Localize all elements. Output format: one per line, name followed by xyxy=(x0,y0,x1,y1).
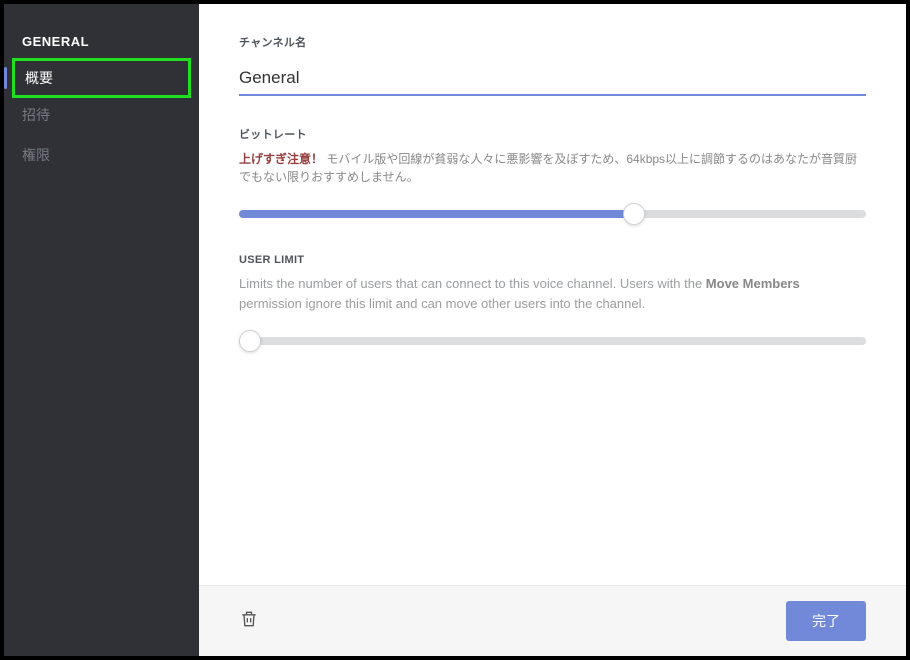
sidebar-item-invite[interactable]: 招待 xyxy=(4,95,199,135)
channel-name-input[interactable] xyxy=(239,62,866,96)
bitrate-slider[interactable] xyxy=(239,204,866,224)
bitrate-warning: 上げすぎ注意！ モバイル版や回線が貧弱な人々に悪影響を及ぼすため、64kbps以… xyxy=(239,150,866,186)
sidebar-item-permissions[interactable]: 権限 xyxy=(4,135,199,175)
bitrate-label: ビットレート xyxy=(239,126,866,142)
bitrate-slider-handle[interactable] xyxy=(623,203,645,225)
sidebar-item-label: 権限 xyxy=(22,147,50,163)
bitrate-slider-fill xyxy=(239,210,634,218)
sidebar: GENERAL 概要 招待 権限 xyxy=(4,4,199,656)
main-panel: チャンネル名 ビットレート 上げすぎ注意！ モバイル版や回線が貧弱な人々に悪影響… xyxy=(199,4,906,656)
user-limit-label: USER LIMIT xyxy=(239,254,866,266)
sidebar-item-label: 招待 xyxy=(22,107,50,123)
channel-name-label: チャンネル名 xyxy=(239,34,866,50)
sidebar-item-label: 概要 xyxy=(25,70,53,86)
user-limit-slider[interactable] xyxy=(239,331,866,351)
user-limit-description: Limits the number of users that can conn… xyxy=(239,274,866,313)
trash-icon[interactable] xyxy=(239,609,259,634)
done-button[interactable]: 完了 xyxy=(786,601,866,641)
sidebar-title: GENERAL xyxy=(4,34,199,61)
footer: 完了 xyxy=(199,585,906,656)
user-limit-slider-handle[interactable] xyxy=(239,330,261,352)
sidebar-item-overview[interactable]: 概要 xyxy=(12,58,191,98)
